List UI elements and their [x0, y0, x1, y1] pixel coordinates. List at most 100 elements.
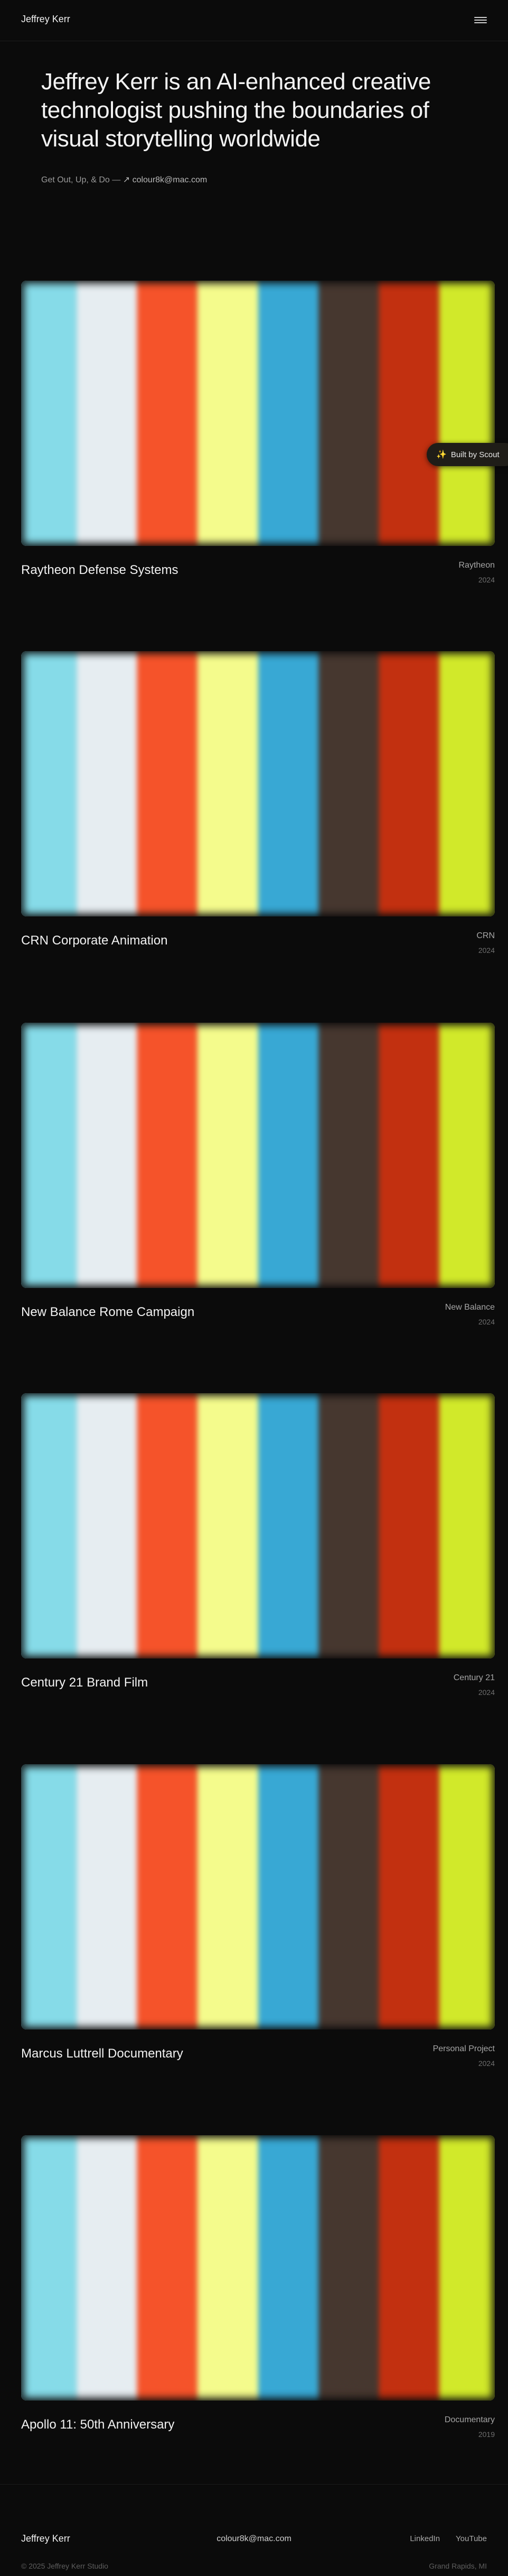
- project-year: 2024: [478, 576, 495, 584]
- color-bar: [258, 2135, 318, 2401]
- color-bar: [318, 1023, 379, 1288]
- color-bar: [197, 1393, 258, 1658]
- project-meta: Century 21 Brand Film Century 21 2024: [21, 1673, 495, 1705]
- color-bar: [21, 1393, 77, 1658]
- footer-social-links: LinkedIn YouTube: [410, 2534, 487, 2543]
- menu-line: [474, 20, 487, 21]
- project-year: 2019: [478, 2430, 495, 2439]
- color-bar: [77, 281, 137, 546]
- color-bar: [258, 1023, 318, 1288]
- color-bar: [318, 281, 379, 546]
- color-bar: [258, 281, 318, 546]
- color-bar: [77, 1023, 137, 1288]
- project-thumbnail[interactable]: [21, 1023, 495, 1288]
- project-card[interactable]: Apollo 11: 50th Anniversary Documentary …: [21, 2135, 495, 2447]
- color-bar: [21, 281, 77, 546]
- project-year: 2024: [478, 1688, 495, 1697]
- project-thumbnail[interactable]: [21, 651, 495, 916]
- color-bar: [318, 651, 379, 916]
- project-meta: Apollo 11: 50th Anniversary Documentary …: [21, 2415, 495, 2447]
- project-card[interactable]: Marcus Luttrell Documentary Personal Pro…: [21, 1764, 495, 2076]
- project-thumbnail[interactable]: [21, 1393, 495, 1658]
- footer-location: Grand Rapids, MI: [429, 2562, 487, 2570]
- color-bar: [379, 281, 439, 546]
- project-meta: Marcus Luttrell Documentary Personal Pro…: [21, 2044, 495, 2076]
- color-bar: [77, 1764, 137, 2030]
- youtube-link[interactable]: YouTube: [456, 2534, 487, 2543]
- color-bar: [77, 651, 137, 916]
- color-bar: [137, 281, 198, 546]
- color-bar: [197, 1764, 258, 2030]
- hero-tagline-text: Get Out, Up, & Do —: [41, 175, 123, 184]
- project-card[interactable]: Century 21 Brand Film Century 21 2024: [21, 1393, 495, 1705]
- project-card[interactable]: CRN Corporate Animation CRN 2024: [21, 651, 495, 963]
- project-meta: New Balance Rome Campaign New Balance 20…: [21, 1303, 495, 1335]
- project-thumbnail[interactable]: [21, 2135, 495, 2401]
- color-bar: [197, 281, 258, 546]
- project-client: Documentary: [444, 2415, 495, 2424]
- color-bar: [439, 1023, 495, 1288]
- project-title[interactable]: CRN Corporate Animation: [21, 933, 167, 948]
- project-title[interactable]: Apollo 11: 50th Anniversary: [21, 2417, 174, 2432]
- project-client: Personal Project: [432, 2044, 495, 2053]
- color-bar: [379, 651, 439, 916]
- color-bar: [21, 2135, 77, 2401]
- project-client: New Balance: [445, 1303, 495, 1312]
- project-card[interactable]: New Balance Rome Campaign New Balance 20…: [21, 1023, 495, 1335]
- project-title[interactable]: New Balance Rome Campaign: [21, 1305, 194, 1320]
- color-bar: [197, 1023, 258, 1288]
- color-bar: [439, 1393, 495, 1658]
- color-bar: [439, 1764, 495, 2030]
- project-title[interactable]: Century 21 Brand Film: [21, 1675, 148, 1690]
- project-year: 2024: [478, 946, 495, 955]
- project-client: Century 21: [453, 1673, 495, 1682]
- project-meta: Raytheon Defense Systems Raytheon 2024: [21, 561, 495, 592]
- hero-section: Jeffrey Kerr is an AI-enhanced creative …: [41, 68, 474, 185]
- project-thumbnail[interactable]: [21, 281, 495, 546]
- site-brand[interactable]: Jeffrey Kerr: [21, 14, 70, 25]
- project-title[interactable]: Marcus Luttrell Documentary: [21, 2046, 183, 2061]
- badge-label: Built by Scout: [450, 450, 500, 459]
- color-bar: [379, 2135, 439, 2401]
- color-bar: [318, 2135, 379, 2401]
- color-bar: [137, 651, 198, 916]
- color-bar: [318, 1393, 379, 1658]
- color-bar: [197, 2135, 258, 2401]
- hamburger-menu-icon[interactable]: [474, 15, 487, 25]
- hero-tagline: Get Out, Up, & Do — ↗ colour8k@mac.com: [41, 174, 474, 185]
- project-title[interactable]: Raytheon Defense Systems: [21, 563, 178, 578]
- color-bar: [379, 1764, 439, 2030]
- color-bar: [77, 2135, 137, 2401]
- color-bar: [379, 1393, 439, 1658]
- site-header: Jeffrey Kerr: [0, 0, 508, 41]
- color-bar: [77, 1393, 137, 1658]
- color-bar: [379, 1023, 439, 1288]
- color-bar: [197, 651, 258, 916]
- color-bar: [137, 1764, 198, 2030]
- menu-line: [474, 22, 487, 23]
- color-bar: [21, 651, 77, 916]
- hero-email-link[interactable]: ↗ colour8k@mac.com: [123, 175, 207, 184]
- menu-line: [474, 17, 487, 18]
- built-by-scout-badge[interactable]: ✨ Built by Scout: [427, 443, 508, 466]
- color-bar: [21, 1764, 77, 2030]
- project-client: Raytheon: [458, 561, 495, 570]
- color-bar: [137, 2135, 198, 2401]
- project-card[interactable]: Raytheon Defense Systems Raytheon 2024: [21, 281, 495, 592]
- color-bar: [258, 1764, 318, 2030]
- color-bar: [137, 1393, 198, 1658]
- project-year: 2024: [478, 2059, 495, 2068]
- color-bar: [439, 281, 495, 546]
- site-footer: Jeffrey Kerr colour8k@mac.com LinkedIn Y…: [0, 2484, 508, 2576]
- project-year: 2024: [478, 1318, 495, 1326]
- project-thumbnail[interactable]: [21, 1764, 495, 2030]
- project-client: CRN: [476, 931, 495, 940]
- linkedin-link[interactable]: LinkedIn: [410, 2534, 440, 2543]
- color-bar: [137, 1023, 198, 1288]
- project-meta: CRN Corporate Animation CRN 2024: [21, 931, 495, 963]
- color-bar: [318, 1764, 379, 2030]
- sparkle-icon: ✨: [436, 450, 447, 459]
- footer-copyright: © 2025 Jeffrey Kerr Studio: [21, 2562, 108, 2570]
- color-bar: [21, 1023, 77, 1288]
- color-bar: [258, 651, 318, 916]
